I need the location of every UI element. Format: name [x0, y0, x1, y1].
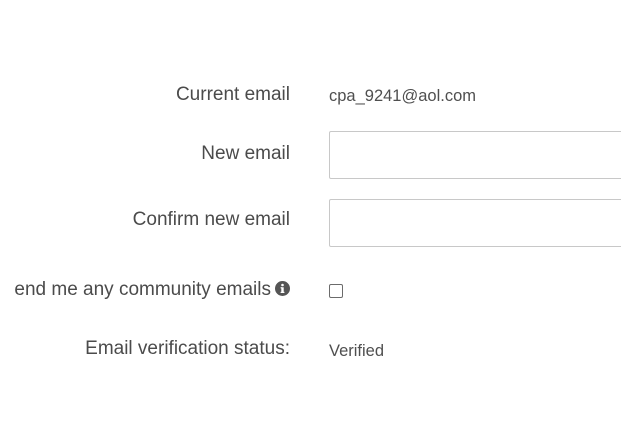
current-email-label: Current email: [175, 84, 290, 105]
community-emails-label: end me any community emails: [14, 279, 271, 300]
community-emails-checkbox[interactable]: [329, 284, 343, 298]
community-emails-row: end me any community emails: [0, 279, 621, 303]
confirm-email-input[interactable]: [329, 199, 621, 247]
new-email-row: New email: [0, 131, 621, 181]
new-email-input[interactable]: [329, 131, 621, 179]
verification-status-value: Verified: [329, 342, 385, 360]
info-circle-icon[interactable]: [275, 280, 290, 296]
community-emails-label-wrap: end me any community emails: [14, 279, 290, 301]
verification-row: Email verification status: Verified: [0, 338, 621, 362]
new-email-label: New email: [201, 143, 290, 164]
account-email-settings: Current email cpa_9241@aol.com New email…: [0, 0, 621, 427]
confirm-email-row: Confirm new email: [0, 199, 621, 249]
verification-label: Email verification status:: [85, 338, 290, 359]
current-email-row: Current email cpa_9241@aol.com: [0, 84, 621, 108]
current-email-value: cpa_9241@aol.com: [329, 87, 477, 105]
confirm-email-label: Confirm new email: [132, 209, 290, 230]
